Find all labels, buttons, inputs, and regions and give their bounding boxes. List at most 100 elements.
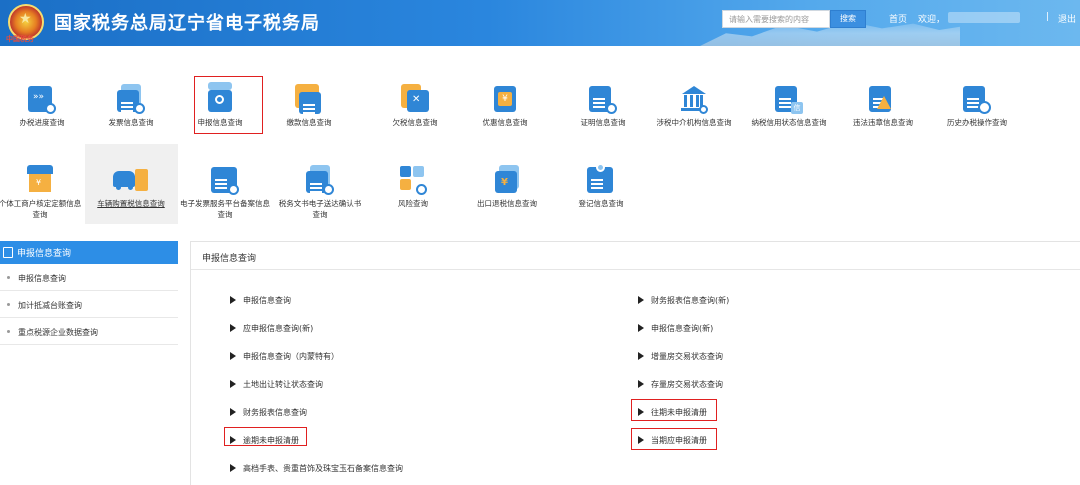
link-existing-house-transaction[interactable]: 存量房交易状态查询 (638, 379, 723, 390)
violation-search-icon (869, 84, 897, 114)
tile-history-query[interactable]: 历史办税操作查询 (937, 84, 1017, 128)
highlight-box (224, 427, 307, 446)
tile-label: 缴款信息查询 (286, 118, 332, 127)
tile-label: 风险查询 (398, 199, 428, 208)
tile-progress-query[interactable]: »» 办税进度查询 (2, 84, 82, 128)
tile-agency-query[interactable]: 涉税中介机构信息查询 (654, 84, 734, 128)
registration-search-icon (587, 163, 615, 195)
arrears-search-icon: ✕ (401, 84, 429, 114)
highlight-box (631, 428, 717, 450)
tile-declaration-query[interactable]: 申报信息查询 (180, 82, 260, 128)
tile-export-rebate-query[interactable]: ¥ 出口退税信息查询 (467, 165, 547, 209)
certificate-search-icon (589, 84, 617, 114)
tile-label: 涉税中介机构信息查询 (656, 118, 732, 127)
document-icon (3, 247, 13, 258)
link-luxury-record-query[interactable]: 高档手表、贵重首饰及珠宝玉石备案信息查询 (230, 463, 403, 474)
sidebar-item-declaration-query[interactable]: 申报信息查询 (0, 264, 178, 291)
tile-invoice-query[interactable]: 发票信息查询 (91, 84, 171, 128)
tile-label: 纳税信用状态信息查询 (751, 118, 827, 127)
link-financial-report-query[interactable]: 财务报表信息查询 (230, 407, 307, 418)
risk-search-icon (399, 165, 427, 195)
sidebar-header: 申报信息查询 (0, 241, 178, 264)
home-link[interactable]: 首页 (889, 12, 907, 25)
play-triangle-icon (230, 408, 236, 416)
tile-label: 历史办税操作查询 (947, 118, 1007, 127)
tile-label: 优惠信息查询 (482, 118, 528, 127)
tile-violation-query[interactable]: 违法违章信息查询 (843, 84, 923, 128)
link-financial-report-new[interactable]: 财务报表信息查询(新) (638, 295, 729, 306)
tile-document-delivery-query[interactable]: 税务文书电子送达确认书查询 (276, 165, 364, 220)
declaration-search-icon (206, 82, 234, 114)
play-triangle-icon (230, 324, 236, 332)
link-land-transfer-status[interactable]: 土地出让转让状态查询 (230, 379, 323, 390)
tile-individual-quota-query[interactable]: ¥ 个体工商户核定定额信息查询 (0, 165, 83, 220)
bullet-icon (7, 276, 10, 279)
document-delivery-icon (306, 165, 334, 195)
sidebar-item-key-enterprise-data[interactable]: 重点税源企业数据查询 (0, 318, 178, 345)
link-declaration-inner-mongolia[interactable]: 申报信息查询（内蒙特有） (230, 351, 339, 362)
tile-certificate-query[interactable]: 证明信息查询 (563, 84, 643, 128)
link-declaration-query[interactable]: 申报信息查询 (230, 295, 291, 306)
sidebar-item-deduction-ledger[interactable]: 加计抵减台账查询 (0, 291, 178, 318)
tile-label: 出口退税信息查询 (477, 199, 537, 208)
tile-label: 税务文书电子送达确认书查询 (278, 199, 362, 219)
tile-label: 办税进度查询 (19, 118, 65, 127)
tile-risk-query[interactable]: 风险查询 (373, 165, 453, 209)
header-separator: | (1046, 12, 1050, 22)
preferential-search-icon: ¥ (491, 84, 519, 114)
tile-label: 发票信息查询 (108, 118, 154, 127)
search-button[interactable]: 搜索 (830, 10, 866, 28)
tile-label: 证明信息查询 (580, 118, 626, 127)
payment-search-icon (295, 84, 323, 114)
top-banner: ★ 中国税务 国家税务总局辽宁省电子税务局 请输入需要搜索的内容 搜索 首页 欢… (0, 0, 1080, 46)
link-due-declaration-new[interactable]: 应申报信息查询(新) (230, 323, 313, 334)
credit-status-icon: 信 (775, 84, 803, 114)
user-name-blurred (948, 12, 1020, 23)
tile-credit-status-query[interactable]: 信 纳税信用状态信息查询 (749, 84, 829, 128)
individual-quota-icon: ¥ (26, 165, 54, 195)
highlight-box (631, 399, 717, 421)
welcome-text: 欢迎， (918, 15, 946, 25)
site-title: 国家税务总局辽宁省电子税务局 (54, 13, 320, 34)
tile-label: 欠税信息查询 (392, 118, 438, 127)
tile-label: 个体工商户核定定额信息查询 (0, 199, 82, 219)
emblem-caption: 中国税务 (6, 35, 34, 43)
tile-label: 车辆购置税信息查询 (97, 199, 165, 208)
panel-title: 申报信息查询 (191, 242, 1080, 270)
tile-payment-query[interactable]: 缴款信息查询 (269, 84, 349, 128)
invoice-search-icon (117, 84, 145, 114)
sidebar-item-label: 加计抵减台账查询 (18, 301, 82, 310)
history-operation-icon (963, 84, 991, 114)
tile-label: 申报信息查询 (197, 118, 243, 127)
vehicle-tax-icon (113, 165, 149, 195)
play-triangle-icon (638, 324, 644, 332)
link-new-house-transaction[interactable]: 增量房交易状态查询 (638, 351, 723, 362)
agency-search-icon (680, 84, 708, 114)
tile-registration-query[interactable]: 登记信息查询 (561, 163, 641, 209)
tile-vehicle-tax-query[interactable]: 车辆购置税信息查询 (91, 165, 171, 209)
play-triangle-icon (638, 380, 644, 388)
e-invoice-record-icon (211, 165, 239, 195)
sidebar-title: 申报信息查询 (17, 249, 72, 259)
bullet-icon (7, 303, 10, 306)
play-triangle-icon (230, 296, 236, 304)
tile-e-invoice-record-query[interactable]: 电子发票服务平台备案信息查询 (180, 165, 270, 220)
search-input[interactable]: 请输入需要搜索的内容 (722, 10, 830, 28)
progress-search-icon: »» (28, 84, 56, 114)
sidebar-item-label: 申报信息查询 (18, 274, 66, 283)
tile-arrears-query[interactable]: ✕ 欠税信息查询 (375, 84, 455, 128)
bullet-icon (7, 330, 10, 333)
play-triangle-icon (638, 352, 644, 360)
tile-preferential-query[interactable]: ¥ 优惠信息查询 (465, 84, 545, 128)
tile-label: 电子发票服务平台备案信息查询 (180, 199, 270, 219)
sidebar-item-label: 重点税源企业数据查询 (18, 328, 98, 337)
export-rebate-icon: ¥ (493, 165, 521, 195)
tile-label: 违法违章信息查询 (853, 118, 913, 127)
link-declaration-query-new[interactable]: 申报信息查询(新) (638, 323, 713, 334)
logout-link[interactable]: 退出 (1058, 12, 1076, 25)
play-triangle-icon (230, 464, 236, 472)
play-triangle-icon (638, 296, 644, 304)
play-triangle-icon (230, 352, 236, 360)
tile-label: 登记信息查询 (578, 199, 624, 208)
play-triangle-icon (230, 380, 236, 388)
